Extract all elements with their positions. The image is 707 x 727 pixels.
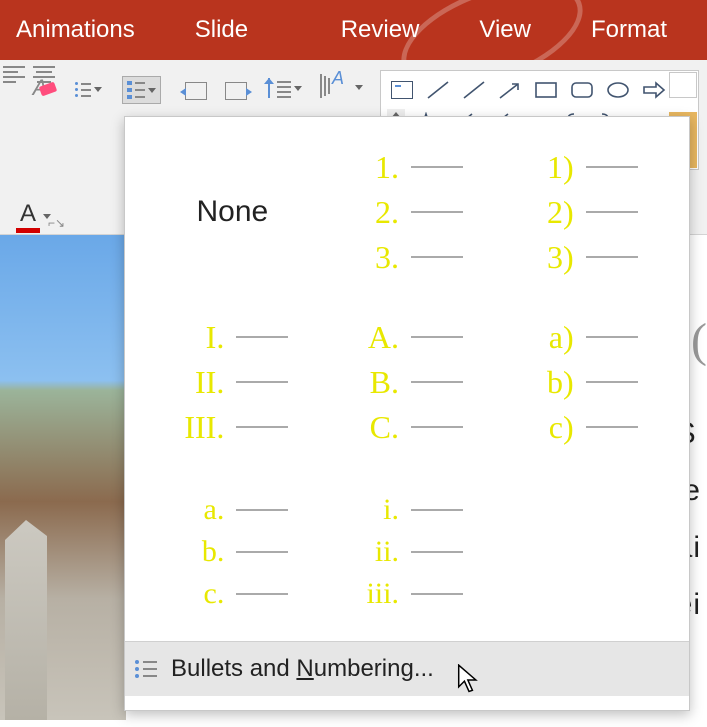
chevron-down-icon [94,87,102,92]
list-icon [135,660,157,678]
shape-line[interactable] [423,77,453,103]
shape-arrow-right[interactable] [639,77,669,103]
shape-line[interactable] [459,77,489,103]
text-direction-button[interactable] [318,70,363,104]
line-spacing-icon [265,78,291,98]
numbering-option-none[interactable]: None [145,127,320,297]
font-color-swatch [16,228,40,233]
increase-indent-button[interactable] [225,82,247,100]
dialog-launcher-font[interactable]: ⌐↘ [48,216,65,230]
tab-slide-show[interactable]: Slide Show [165,0,311,60]
bullets-split-button[interactable] [75,82,102,97]
bullets-icon [75,82,91,97]
shape-rounded-rect[interactable] [567,77,597,103]
numbering-icon [127,81,145,99]
text-direction-icon [318,70,352,104]
chevron-down-icon [148,88,156,93]
shape-textbox[interactable] [387,77,417,103]
outdent-icon [185,82,207,100]
slide-thumbnail[interactable] [0,235,126,720]
numbering-split-button[interactable] [122,76,161,104]
shape-rect[interactable] [531,77,561,103]
numbering-option-upper-alpha[interactable]: A. B. C. [320,297,495,467]
text-fragment: ( [691,313,707,368]
font-color-button[interactable]: A [16,200,51,233]
line-spacing-button[interactable] [265,78,302,98]
numbering-option-decimal-paren[interactable]: 1) 2) 3) [494,127,669,297]
numbering-option-lower-alpha-dot[interactable]: a. b. c. [145,467,320,637]
numbering-option-lower-alpha-paren[interactable]: a) b) c) [494,297,669,467]
numbering-dropdown: None 1. 2. 3. 1) 2) 3) I. II. III. A. B.… [124,116,690,711]
tab-review[interactable]: Review [311,0,450,60]
numbering-option-empty [494,467,669,637]
indent-icon [225,82,247,100]
ribbon-tabs: Animations Slide Show Review View Format [0,0,707,60]
tab-view[interactable]: View [449,0,561,60]
clear-formatting-button[interactable]: A [22,70,58,106]
font-color-icon: A [20,200,36,228]
tab-format[interactable]: Format [561,0,697,60]
shape-arrow[interactable] [495,77,525,103]
chevron-down-icon [355,85,363,90]
shape-oval[interactable] [603,77,633,103]
chevron-down-icon [294,86,302,91]
decrease-indent-button[interactable] [185,82,207,100]
tab-animations[interactable]: Animations [10,0,165,60]
bullets-and-numbering-item[interactable]: Bullets and Numbering... [125,641,689,696]
numbering-option-decimal-dot[interactable]: 1. 2. 3. [320,127,495,297]
bullets-and-numbering-label: Bullets and Numbering... [171,655,434,683]
numbering-grid: None 1. 2. 3. 1) 2) 3) I. II. III. A. B.… [125,117,689,641]
numbering-option-lower-roman[interactable]: i. ii. iii. [320,467,495,637]
numbering-option-upper-roman[interactable]: I. II. III. [145,297,320,467]
shape-fill-button[interactable] [669,72,697,98]
none-label: None [196,195,268,229]
